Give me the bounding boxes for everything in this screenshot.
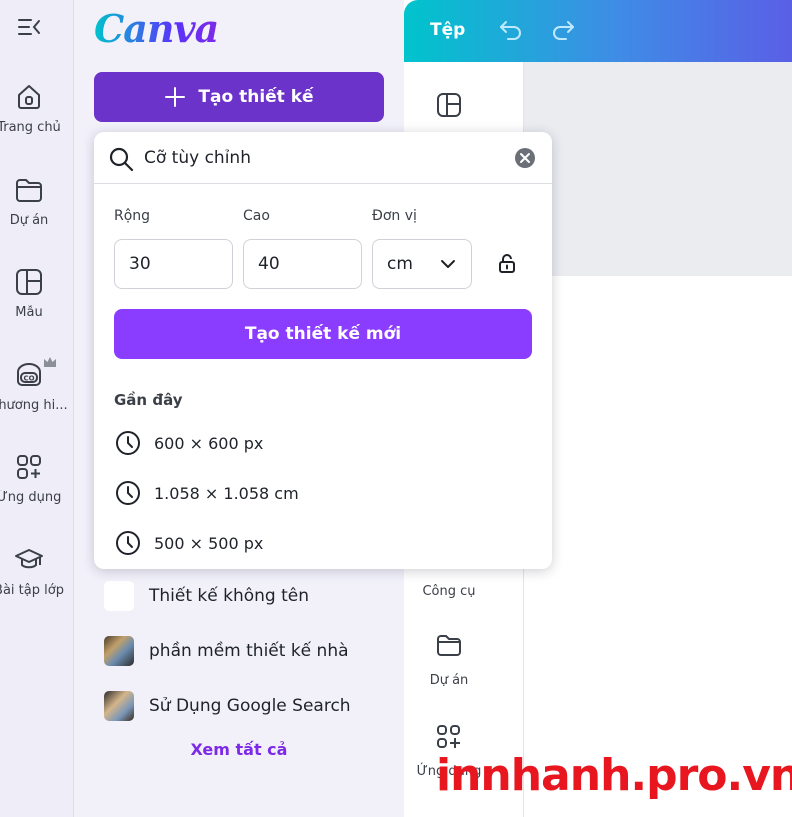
design-thumbnail — [104, 636, 134, 666]
width-label: Rộng — [114, 208, 151, 224]
recent-design-item[interactable]: Sử Dụng Google Search — [104, 691, 351, 721]
recent-design-label: phần mềm thiết kế nhà — [149, 641, 349, 661]
create-design-button[interactable]: Tạo thiết kế — [94, 72, 384, 122]
clock-icon — [116, 431, 140, 455]
home-icon — [18, 85, 40, 109]
recent-size-label: 1.058 × 1.058 cm — [154, 483, 299, 503]
unit-label: Đơn vị — [372, 208, 417, 224]
file-menu[interactable]: Tệp — [430, 20, 465, 40]
recent-size-label: 500 × 500 px — [154, 533, 264, 553]
search-row — [94, 132, 552, 184]
graduation-cap-icon — [15, 549, 43, 569]
editor-header: Tệp — [404, 0, 792, 62]
clock-icon — [116, 531, 140, 555]
left-rail: Trang chủ Dự án Mẫu CO Thương hi... — [0, 0, 74, 817]
brand-kit-icon: CO — [17, 363, 41, 386]
see-all-link[interactable]: Xem tất cả — [74, 740, 404, 759]
custom-size-popover: Rộng Cao Đơn vị 30 40 cm Tạo thiết kế mớ… — [94, 132, 552, 569]
width-value: 30 — [129, 254, 151, 274]
clock-icon — [116, 481, 140, 505]
unit-select[interactable]: cm — [372, 239, 472, 289]
apps-icon[interactable] — [436, 724, 462, 750]
recent-size-label: 600 × 600 px — [154, 433, 264, 453]
recent-design-item[interactable]: Thiết kế không tên — [104, 581, 309, 611]
height-field[interactable]: 40 — [243, 239, 362, 289]
lock-icon[interactable] — [497, 252, 517, 274]
recent-heading: Gần đây — [114, 391, 183, 409]
width-field[interactable]: 30 — [114, 239, 233, 289]
recent-size-item[interactable]: 500 × 500 px — [114, 529, 263, 557]
watermark: innhanh.pro.vn — [436, 750, 792, 801]
undo-icon[interactable] — [498, 18, 524, 44]
height-value: 40 — [258, 254, 280, 274]
folder-icon[interactable] — [436, 632, 462, 658]
crown-icon — [44, 357, 56, 367]
redo-icon[interactable] — [550, 18, 576, 44]
height-label: Cao — [243, 208, 270, 224]
unit-value: cm — [387, 254, 413, 274]
create-new-design-button[interactable]: Tạo thiết kế mới — [114, 309, 532, 359]
search-input[interactable] — [144, 140, 504, 176]
recent-size-item[interactable]: 600 × 600 px — [114, 429, 263, 457]
recent-size-item[interactable]: 1.058 × 1.058 cm — [114, 479, 299, 507]
folder-icon — [16, 179, 42, 202]
template-icon[interactable] — [436, 92, 462, 118]
create-design-label: Tạo thiết kế — [198, 87, 314, 107]
menu-collapse-icon[interactable] — [17, 15, 43, 39]
recent-design-label: Thiết kế không tên — [149, 586, 310, 606]
template-icon — [16, 269, 42, 295]
strip-label-tools: Công cụ — [422, 584, 476, 599]
design-thumbnail — [104, 581, 134, 611]
plus-icon — [165, 87, 186, 107]
canva-logo[interactable]: Canva — [94, 6, 219, 51]
design-canvas[interactable] — [524, 276, 792, 817]
search-icon — [109, 147, 134, 172]
strip-label-projects: Dự án — [429, 673, 469, 688]
clear-icon[interactable] — [514, 147, 536, 169]
design-thumbnail — [104, 691, 134, 721]
svg-text:CO: CO — [23, 375, 34, 383]
apps-icon — [17, 455, 41, 479]
recent-design-item[interactable]: phần mềm thiết kế nhà — [104, 636, 349, 666]
chevron-down-icon — [441, 260, 455, 268]
recent-design-label: Sử Dụng Google Search — [149, 696, 351, 716]
